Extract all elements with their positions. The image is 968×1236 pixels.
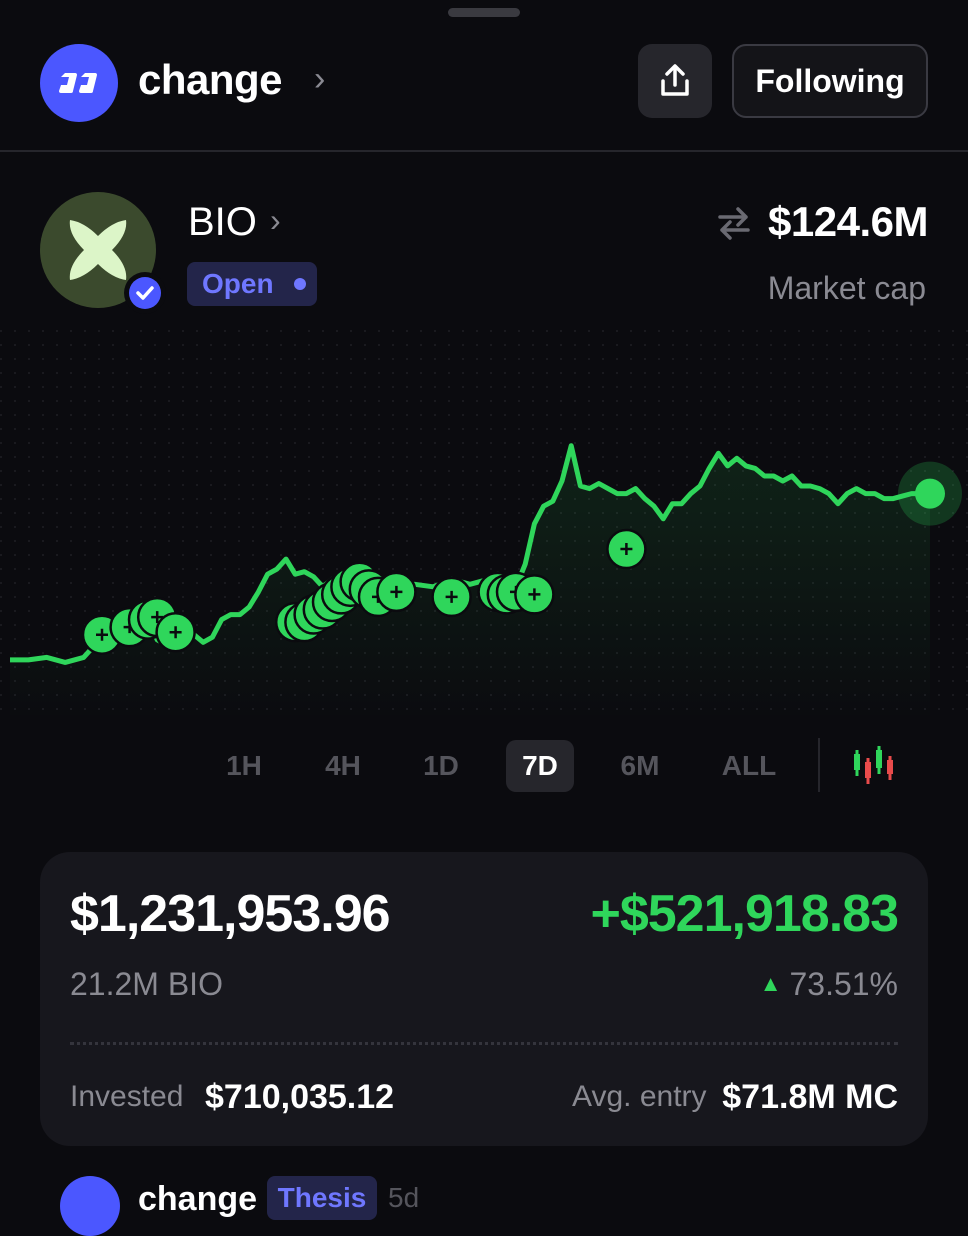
position-pnl: +$521,918.83 bbox=[590, 885, 899, 943]
verified-check-icon bbox=[124, 272, 166, 314]
timeframe-divider bbox=[818, 738, 820, 792]
timeframe-1d[interactable]: 1D bbox=[408, 740, 474, 792]
feed-time: 5d bbox=[388, 1182, 420, 1213]
brand-name[interactable]: change bbox=[138, 56, 283, 104]
pnl-percent-value: 73.51% bbox=[789, 966, 898, 1002]
share-icon bbox=[661, 64, 689, 96]
card-divider bbox=[70, 1042, 898, 1045]
current-price-dot bbox=[915, 478, 945, 509]
market-cap-value: $124.6M bbox=[768, 198, 928, 245]
position-quantity: 21.2M BIO bbox=[70, 966, 223, 1002]
buy-marker[interactable] bbox=[376, 571, 417, 613]
status-dot bbox=[293, 278, 306, 290]
buy-marker[interactable] bbox=[606, 528, 647, 570]
price-chart[interactable] bbox=[0, 330, 968, 720]
position-card[interactable]: $1,231,953.96 +$521,918.83 21.2M BIO ▲ 73… bbox=[40, 852, 928, 1146]
buy-marker[interactable] bbox=[155, 611, 196, 653]
market-cap-label: Market cap bbox=[767, 270, 926, 306]
sheet-grabber[interactable] bbox=[448, 8, 520, 17]
timeframe-6m[interactable]: 6M bbox=[604, 740, 676, 792]
status-label: Open bbox=[202, 268, 274, 299]
thesis-badge: Thesis bbox=[267, 1176, 377, 1220]
timeframe-7d[interactable]: 7D bbox=[506, 740, 574, 792]
timeframe-1h[interactable]: 1H bbox=[214, 740, 274, 792]
timeframe-all[interactable]: ALL bbox=[712, 740, 786, 792]
avg-entry-value: $71.8M MC bbox=[722, 1078, 898, 1116]
status-badge: Open bbox=[187, 262, 317, 306]
position-value: $1,231,953.96 bbox=[70, 885, 391, 943]
chevron-right-icon[interactable]: › bbox=[314, 60, 325, 99]
header-divider bbox=[0, 150, 968, 152]
share-button[interactable] bbox=[638, 44, 712, 118]
change-logo-icon[interactable] bbox=[40, 44, 118, 122]
buy-marker[interactable] bbox=[431, 576, 472, 618]
pnl-percent: ▲ 73.51% bbox=[760, 966, 898, 1003]
candlestick-chart-icon[interactable] bbox=[850, 744, 896, 786]
chevron-right-icon[interactable]: › bbox=[270, 202, 281, 239]
timeframe-4h[interactable]: 4H bbox=[310, 740, 376, 792]
up-triangle-icon: ▲ bbox=[759, 971, 782, 996]
swap-arrows-icon[interactable] bbox=[714, 203, 754, 243]
header: change › Following bbox=[0, 40, 968, 126]
feed-avatar[interactable] bbox=[60, 1176, 120, 1236]
avg-entry-label: Avg. entry bbox=[572, 1080, 707, 1113]
invested-value: $710,035.12 bbox=[205, 1078, 395, 1116]
buy-marker[interactable] bbox=[514, 574, 555, 615]
invested-label: Invested bbox=[70, 1080, 184, 1113]
following-button[interactable]: Following bbox=[732, 44, 928, 118]
token-symbol[interactable]: BIO bbox=[188, 200, 257, 245]
